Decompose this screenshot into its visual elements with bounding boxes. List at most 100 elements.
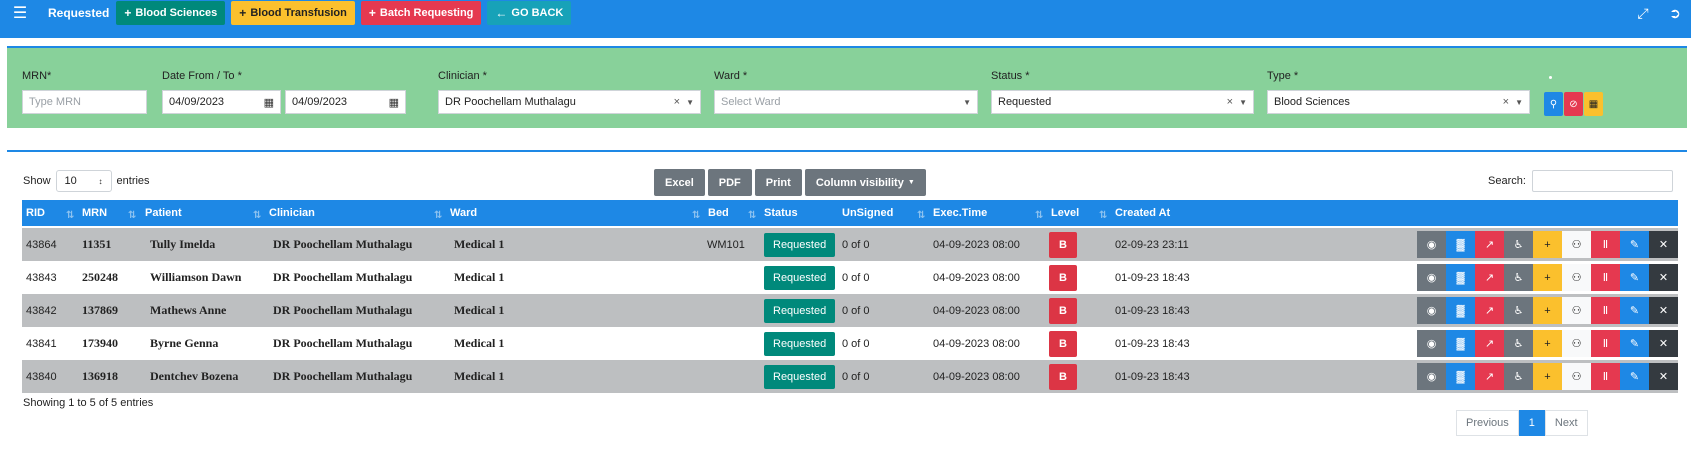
mrn-input[interactable]: Type MRN <box>22 90 147 114</box>
table-row[interactable]: 43841 173940 Byrne Genna DR Poochellam Muth… <box>22 327 1678 360</box>
add-blood-transfusion-button[interactable]: + Blood Transfusion <box>231 1 355 25</box>
close-action-button[interactable]: ✕ <box>1649 330 1678 357</box>
col-rid[interactable]: RID ⇅ <box>26 200 82 226</box>
hamburger-icon[interactable]: ☰ <box>0 3 40 23</box>
col-created-at[interactable]: Created At <box>1115 200 1215 226</box>
wheelchair-action-button[interactable]: ♿ <box>1504 231 1533 258</box>
clear-icon[interactable]: × <box>674 96 680 108</box>
clinician-select[interactable]: DR Poochellam Muthalagu × ▼ <box>438 90 701 114</box>
date-from-input[interactable]: 04/09/2023 ▦ <box>162 90 281 114</box>
search-button[interactable]: ⚲ <box>1544 92 1563 116</box>
search-input[interactable] <box>1531 170 1673 192</box>
clear-icon[interactable]: × <box>1503 96 1509 108</box>
col-exec-time[interactable]: Exec.Time ⇅ <box>933 200 1051 226</box>
users-action-button[interactable]: ⚇ <box>1562 363 1591 390</box>
users-action-button[interactable]: ⚇ <box>1562 231 1591 258</box>
table-row[interactable]: 43843 250248 Williamson Dawn DR Poochellam … <box>22 261 1678 294</box>
line-chart-action-button[interactable]: ↗ <box>1475 363 1504 390</box>
wheelchair-action-button[interactable]: ♿ <box>1504 297 1533 324</box>
wheelchair-action-button[interactable]: ♿ <box>1504 264 1533 291</box>
plus-action-button[interactable]: + <box>1533 330 1562 357</box>
users-action-button[interactable]: ⚇ <box>1562 264 1591 291</box>
plus-action-button[interactable]: + <box>1533 297 1562 324</box>
bar-chart-action-button[interactable]: ▓ <box>1446 264 1475 291</box>
bar-chart-action-button[interactable]: ▓ <box>1446 330 1475 357</box>
eye-action-button[interactable]: ◉ <box>1417 231 1446 258</box>
batch-requesting-button[interactable]: + Batch Requesting <box>360 1 482 25</box>
col-mrn[interactable]: MRN ⇅ <box>82 200 145 226</box>
next-page-button[interactable]: Next <box>1544 410 1588 436</box>
bookmark-action-button[interactable]: Ⅱ <box>1591 231 1620 258</box>
close-action-button[interactable]: ✕ <box>1649 264 1678 291</box>
line-chart-action-button[interactable]: ↗ <box>1475 330 1504 357</box>
close-icon: ✕ <box>1658 239 1669 251</box>
page-1-button[interactable]: 1 <box>1518 410 1545 436</box>
bookmark-icon: Ⅱ <box>1602 338 1609 350</box>
plus-action-button[interactable]: + <box>1533 264 1562 291</box>
plus-action-button[interactable]: + <box>1533 363 1562 390</box>
print-button[interactable]: Print <box>754 169 802 196</box>
col-clinician[interactable]: Clinician ⇅ <box>269 200 450 226</box>
table-row[interactable]: 43864 11351 Tully Imelda DR Poochellam Muth… <box>22 228 1678 261</box>
bookmark-action-button[interactable]: Ⅱ <box>1591 330 1620 357</box>
calendar-icon[interactable]: ▦ <box>264 96 274 109</box>
calendar-icon[interactable]: ▦ <box>389 96 399 109</box>
wheelchair-action-button[interactable]: ♿ <box>1504 363 1533 390</box>
column-visibility-button[interactable]: Column visibility ▼ <box>804 169 926 196</box>
created-at-cell: 02-09-23 23:11 <box>1115 238 1189 251</box>
clear-filters-button[interactable]: ⊘ <box>1564 92 1583 116</box>
edit-action-button[interactable]: ✎ <box>1620 363 1649 390</box>
line-chart-action-button[interactable]: ↗ <box>1475 231 1504 258</box>
col-bed[interactable]: Bed ⇅ <box>708 200 764 226</box>
close-action-button[interactable]: ✕ <box>1649 363 1678 390</box>
bar-chart-action-button[interactable]: ▓ <box>1446 297 1475 324</box>
line-chart-action-button[interactable]: ↗ <box>1475 264 1504 291</box>
edit-action-button[interactable]: ✎ <box>1620 297 1649 324</box>
line-chart-action-button[interactable]: ↗ <box>1475 297 1504 324</box>
edit-action-button[interactable]: ✎ <box>1620 231 1649 258</box>
bookmark-action-button[interactable]: Ⅱ <box>1591 363 1620 390</box>
go-back-button[interactable]: ← GO BACK <box>487 1 572 25</box>
table-header: RID ⇅ MRN ⇅ Patient ⇅ Clinician ⇅ Ward ⇅ Bed ⇅… <box>22 200 1678 226</box>
close-action-button[interactable]: ✕ <box>1649 297 1678 324</box>
pdf-button[interactable]: PDF <box>707 169 752 196</box>
updown-icon: ↕ <box>98 176 103 186</box>
close-action-button[interactable]: ✕ <box>1649 231 1678 258</box>
users-action-button[interactable]: ⚇ <box>1562 297 1591 324</box>
ward-select[interactable]: Select Ward ▼ <box>714 90 978 114</box>
table-row[interactable]: 43842 137869 Mathews Anne DR Poochellam Mut… <box>22 294 1678 327</box>
plus-action-button[interactable]: + <box>1533 231 1562 258</box>
bookmark-action-button[interactable]: Ⅱ <box>1591 264 1620 291</box>
mrn-group: MRN* Type MRN <box>22 70 147 114</box>
expand-icon[interactable]: ⤢ <box>1627 5 1659 22</box>
bookmark-action-button[interactable]: Ⅱ <box>1591 297 1620 324</box>
eye-action-button[interactable]: ◉ <box>1417 330 1446 357</box>
eye-action-button[interactable]: ◉ <box>1417 363 1446 390</box>
excel-button[interactable]: Excel <box>654 169 705 196</box>
logout-icon[interactable]: ➲ <box>1659 5 1691 22</box>
clear-icon[interactable]: × <box>1227 96 1233 108</box>
add-blood-sciences-button[interactable]: + Blood Sciences <box>116 1 226 25</box>
eye-action-button[interactable]: ◉ <box>1417 264 1446 291</box>
table-row[interactable]: 43840 136918 Dentchev Bozena DR Poochellam … <box>22 360 1678 393</box>
col-level[interactable]: Level ⇅ <box>1051 200 1115 226</box>
edit-action-button[interactable]: ✎ <box>1620 330 1649 357</box>
col-ward[interactable]: Ward ⇅ <box>450 200 708 226</box>
bar-chart-action-button[interactable]: ▓ <box>1446 231 1475 258</box>
filter-panel: MRN* Type MRN Date From / To * 04/09/202… <box>7 46 1687 128</box>
type-select[interactable]: Blood Sciences × ▼ <box>1267 90 1530 114</box>
users-action-button[interactable]: ⚇ <box>1562 330 1591 357</box>
eye-action-button[interactable]: ◉ <box>1417 297 1446 324</box>
col-status[interactable]: Status <box>764 200 842 226</box>
col-unsigned[interactable]: UnSigned ⇅ <box>842 200 933 226</box>
edit-action-button[interactable]: ✎ <box>1620 264 1649 291</box>
bar-chart-action-button[interactable]: ▓ <box>1446 363 1475 390</box>
wheelchair-action-button[interactable]: ♿ <box>1504 330 1533 357</box>
edit-icon: ✎ <box>1629 239 1640 251</box>
entries-select[interactable]: 10 ↕ <box>55 170 112 192</box>
previous-page-button[interactable]: Previous <box>1456 410 1519 436</box>
date-to-input[interactable]: 04/09/2023 ▦ <box>285 90 406 114</box>
col-patient[interactable]: Patient ⇅ <box>145 200 269 226</box>
status-select[interactable]: Requested × ▼ <box>991 90 1254 114</box>
calendar-button[interactable]: ▦ <box>1584 92 1603 116</box>
